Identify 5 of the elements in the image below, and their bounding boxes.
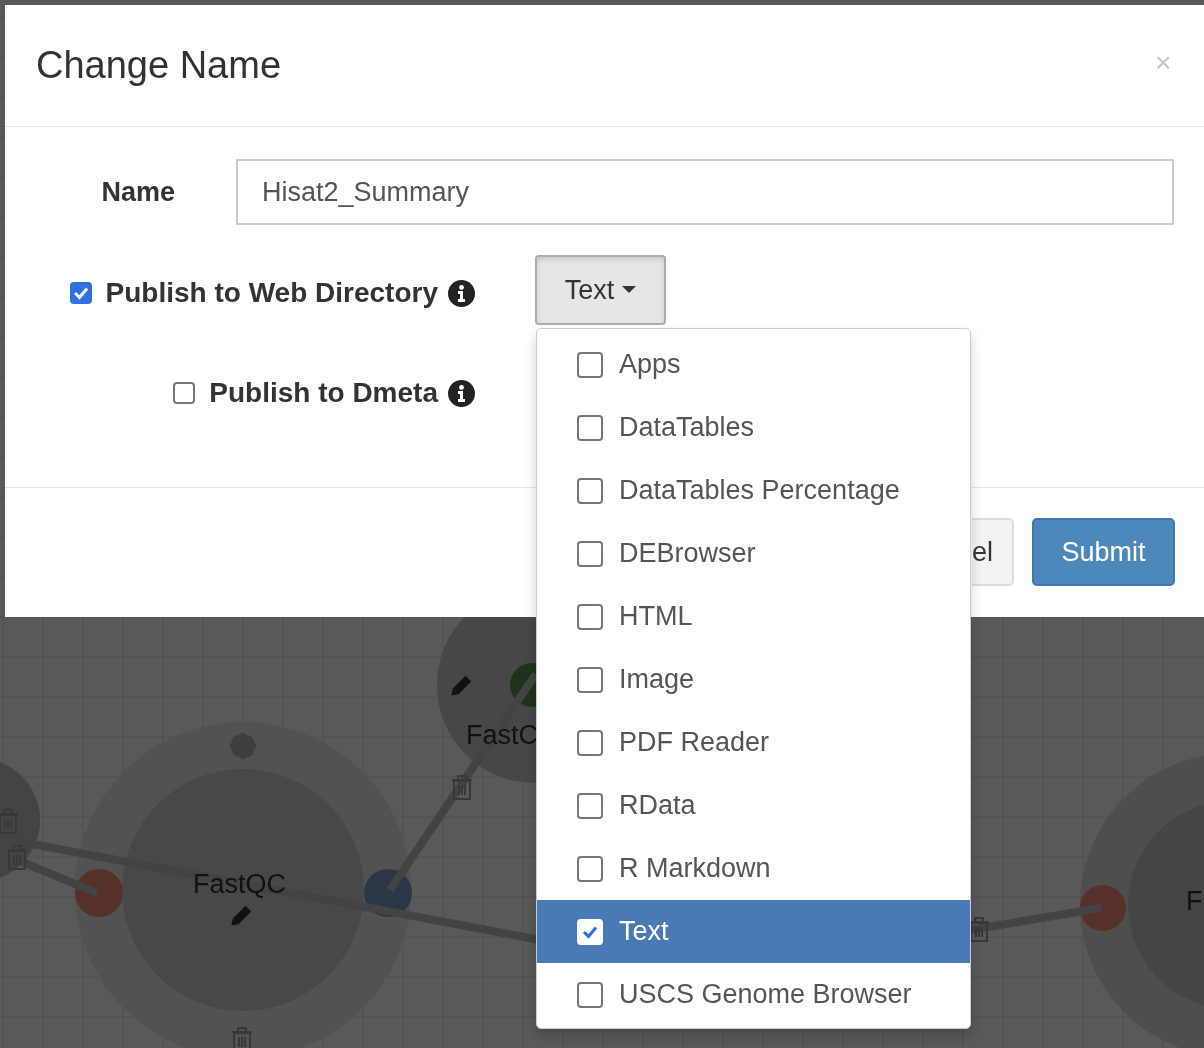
node-label: FastQC <box>193 869 286 899</box>
field-label: Name <box>100 176 176 208</box>
checkbox-label: Publish to Web Directory <box>105 277 438 309</box>
modal-title: Change Name <box>36 44 282 87</box>
checkbox-label: Publish to Dmeta <box>209 377 438 409</box>
